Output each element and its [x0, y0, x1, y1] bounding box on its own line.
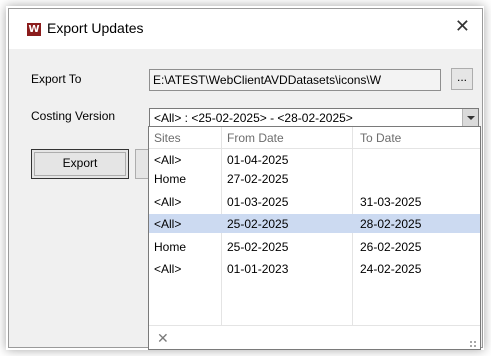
row-to-date: 26-02-2025	[360, 240, 422, 254]
title-bar: W Export Updates ✕	[9, 9, 482, 49]
export-path-field[interactable]: E:\ATEST\WebClientAVDDatasets\icons\W	[149, 69, 441, 91]
app-logo-icon: W	[27, 23, 41, 36]
dialog-title: Export Updates	[47, 20, 144, 36]
dropdown-row[interactable]: Home 25-02-2025 26-02-2025	[149, 237, 480, 256]
row-site: <All>	[154, 262, 182, 276]
close-icon[interactable]: ✕	[157, 330, 169, 347]
costing-version-label: Costing Version	[31, 109, 116, 123]
row-site: Home	[154, 172, 187, 186]
dropdown-row[interactable]: <All> 01-04-2025	[149, 150, 480, 169]
column-header-from-date: From Date	[227, 131, 284, 145]
dropdown-header: Sites From Date To Date	[149, 127, 480, 149]
row-from-date: 25-02-2025	[227, 217, 289, 231]
export-to-label: Export To	[31, 72, 82, 86]
costing-version-value: <All> : <25-02-2025> - <28-02-2025>	[154, 111, 353, 125]
close-icon[interactable]: ✕	[455, 16, 470, 37]
export-button-label: Export	[62, 156, 98, 170]
dropdown-row[interactable]: <All> 01-01-2023 24-02-2025	[149, 259, 480, 278]
row-to-date: 31-03-2025	[360, 195, 422, 209]
row-from-date: 25-02-2025	[227, 240, 289, 254]
export-updates-dialog: W Export Updates ✕ Export To E:\ATEST\We…	[8, 8, 483, 350]
dropdown-row[interactable]: Home 27-02-2025	[149, 169, 480, 188]
dropdown-row-selected[interactable]: <All> 25-02-2025 28-02-2025	[149, 214, 480, 233]
row-site: <All>	[154, 153, 182, 167]
row-to-date: 28-02-2025	[360, 217, 422, 231]
column-header-to-date: To Date	[360, 131, 402, 145]
costing-version-select[interactable]: <All> : <25-02-2025> - <28-02-2025>	[149, 108, 479, 127]
row-site: <All>	[154, 217, 182, 231]
row-to-date: 24-02-2025	[360, 262, 422, 276]
dropdown-footer: ✕	[149, 325, 480, 351]
dropdown-row[interactable]: <All> 01-03-2025 31-03-2025	[149, 192, 480, 211]
column-header-sites: Sites	[154, 131, 181, 145]
costing-version-dropdown: Sites From Date To Date <All> 01-04-2025…	[148, 126, 481, 350]
export-button[interactable]: Export	[31, 149, 129, 179]
resize-grip-icon[interactable]	[469, 340, 477, 348]
row-from-date: 01-01-2023	[227, 262, 289, 276]
dropdown-arrow-icon[interactable]	[462, 109, 478, 126]
row-site: <All>	[154, 195, 182, 209]
row-from-date: 27-02-2025	[227, 172, 289, 186]
browse-button[interactable]: ...	[451, 68, 473, 90]
row-from-date: 01-04-2025	[227, 153, 289, 167]
row-from-date: 01-03-2025	[227, 195, 289, 209]
row-site: Home	[154, 240, 187, 254]
